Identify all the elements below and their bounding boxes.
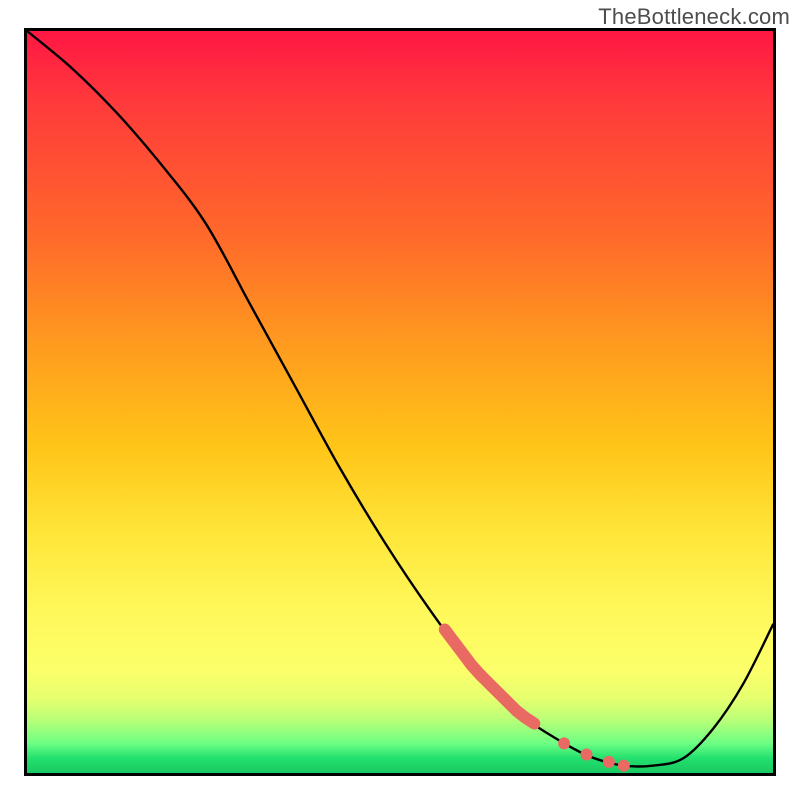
highlight-dot [558, 737, 570, 749]
highlight-dot [618, 760, 630, 772]
chart-container: TheBottleneck.com [0, 0, 800, 800]
bottleneck-curve [27, 31, 773, 767]
highlight-segment [445, 630, 535, 724]
highlight-dot [581, 748, 593, 760]
highlight-dots [558, 737, 630, 771]
chart-svg-layer [27, 31, 773, 773]
highlight-dot [603, 756, 615, 768]
watermark-text: TheBottleneck.com [598, 4, 790, 30]
